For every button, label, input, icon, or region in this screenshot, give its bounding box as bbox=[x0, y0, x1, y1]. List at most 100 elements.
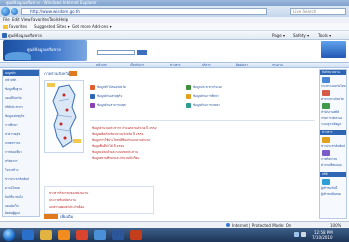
explorer-taskbar-icon[interactable] bbox=[40, 230, 52, 240]
sidebar-item[interactable]: ติดต่อผู้ดูแล bbox=[5, 211, 39, 215]
province-map-image[interactable] bbox=[44, 80, 84, 153]
site-emblem-icon bbox=[321, 41, 346, 58]
sidebar-item[interactable]: โครงสร้าง bbox=[5, 168, 39, 172]
url-text: http://www.wisdom.go.th bbox=[30, 9, 80, 14]
link-thumbnail-icon[interactable] bbox=[322, 77, 330, 83]
tab-page-icon bbox=[2, 33, 7, 38]
nav-item-news[interactable]: ข่าวสาร bbox=[170, 63, 181, 67]
suggested-sites-link[interactable]: Suggested Sites ▾ bbox=[34, 24, 70, 29]
menu-view[interactable]: View bbox=[21, 17, 31, 22]
info-icon bbox=[90, 85, 95, 90]
news-link[interactable]: ประกาศรับสมัครงาน bbox=[49, 198, 149, 202]
grid-link-population[interactable]: ข้อมูลประชากรจำแนก bbox=[193, 85, 273, 90]
status-bar: Internet | Protected Mode: On 100% bbox=[0, 221, 349, 228]
menu-favorites[interactable]: Favorites bbox=[31, 17, 49, 22]
education-icon bbox=[186, 94, 191, 99]
sidebar-item[interactable]: สาธารณสุข bbox=[5, 132, 39, 136]
sidebar-item[interactable]: ทรัพยากร bbox=[5, 159, 39, 163]
grid-link-education[interactable]: ข้อมูลด้านการศึกษา bbox=[193, 94, 273, 99]
right-link[interactable]: ภาพกิจกรรม bbox=[321, 157, 347, 161]
link-thumbnail-icon[interactable] bbox=[322, 103, 330, 109]
new-badge bbox=[69, 71, 77, 76]
grid-link-economy[interactable]: ข้อมูลด้านเศรษฐกิจ bbox=[97, 94, 177, 99]
sidebar-item[interactable]: แผนผังเว็บ bbox=[5, 204, 39, 208]
bullet-link[interactable]: ข้อมูลจำนวนประชากร จำแนกตามอำเภอ ปี 2552 bbox=[92, 126, 292, 130]
sidebar-item[interactable]: ข้อมูลเศรษฐกิจ bbox=[5, 114, 39, 118]
bullet-link[interactable]: ข้อมูลพื้นที่ป่าไม้ ปี 2550 bbox=[92, 144, 292, 148]
health-icon bbox=[90, 103, 95, 108]
back-button[interactable] bbox=[1, 7, 10, 16]
app-taskbar-icon[interactable] bbox=[94, 230, 106, 240]
stats-thumbnail-icon bbox=[322, 179, 330, 185]
site-logo[interactable]: ศูนย์ข้อมูลเครือข่าย bbox=[3, 40, 87, 61]
search-input[interactable]: Live Search bbox=[290, 8, 346, 15]
powerpoint-taskbar-icon[interactable] bbox=[130, 230, 142, 240]
addons-link[interactable]: Get more Add-ons ▾ bbox=[72, 24, 112, 29]
sidebar-item[interactable]: หน้าหลัก bbox=[5, 78, 39, 82]
forward-button[interactable] bbox=[11, 8, 18, 15]
nav-item-services[interactable]: บริการ bbox=[202, 63, 211, 67]
link-thumbnail-icon[interactable] bbox=[322, 90, 330, 96]
section-divider bbox=[90, 120, 315, 121]
bullet-link[interactable]: ข้อมูลแหล่งน้ำและระบบชลประทาน bbox=[92, 150, 292, 154]
search-placeholder: Live Search bbox=[293, 9, 317, 14]
clock-date[interactable]: 7/10/2010 bbox=[312, 235, 333, 240]
url-input[interactable]: http://www.wisdom.go.th bbox=[21, 8, 267, 15]
word-taskbar-icon[interactable] bbox=[112, 230, 124, 240]
site-search-input[interactable] bbox=[97, 50, 135, 55]
menu-file[interactable]: File bbox=[3, 17, 10, 22]
sidebar-item[interactable]: การศึกษา bbox=[5, 123, 39, 127]
tab-label[interactable]: ศูนย์ข้อมูลเครือข่าย bbox=[8, 33, 42, 38]
right-link[interactable]: กระทรวงมหาดไทย bbox=[321, 84, 347, 88]
menu-help[interactable]: Help bbox=[59, 17, 68, 22]
news-link[interactable]: เอกสารเผยแพร่ประจำเดือน bbox=[49, 205, 149, 209]
news-thumbnail-icon[interactable] bbox=[322, 150, 330, 156]
nav-item-home[interactable]: หน้าแรก bbox=[96, 63, 107, 67]
right-link[interactable]: คำถามที่พบบ่อย bbox=[321, 163, 347, 167]
tools-menu[interactable]: Tools ▾ bbox=[318, 33, 331, 38]
ie-taskbar-icon[interactable] bbox=[22, 230, 34, 240]
favorites-star-icon[interactable] bbox=[3, 25, 8, 29]
right-link[interactable]: ระบบฐานข้อมูล bbox=[321, 122, 347, 126]
right-sidebar: ลิงก์หน่วยงาน กระทรวงมหาดไทย ศาลากลางจัง… bbox=[319, 69, 347, 219]
safety-menu[interactable]: Safety ▾ bbox=[293, 33, 309, 38]
page-menu[interactable]: Page ▾ bbox=[272, 33, 285, 38]
sidebar-item[interactable]: ข่าวประชาสัมพันธ์ bbox=[5, 177, 39, 181]
volume-icon[interactable] bbox=[301, 232, 306, 237]
grid-link-general[interactable]: ข้อมูลทั่วไปของจังหวัด bbox=[97, 85, 177, 90]
right-link[interactable]: กรมการปกครอง bbox=[321, 116, 347, 120]
sidebar-item[interactable]: เกษตรกรรม bbox=[5, 141, 39, 145]
site-search-button[interactable] bbox=[137, 50, 147, 55]
sidebar-item[interactable]: ข้อมูลพื้นฐาน bbox=[5, 87, 39, 91]
right-link[interactable]: สำนักงานสถิติ bbox=[321, 110, 347, 114]
nav-item-board[interactable]: กระดาน bbox=[272, 63, 283, 67]
media-taskbar-icon[interactable] bbox=[58, 230, 70, 240]
menu-tools[interactable]: Tools bbox=[49, 17, 59, 22]
news-link[interactable]: ข่าวสารกิจกรรมของหน่วยงาน bbox=[49, 191, 149, 195]
bullet-link[interactable]: ข้อมูลการใช้ประโยชน์ที่ดินจำแนกตามอำเภอ bbox=[92, 138, 292, 142]
nav-item-about[interactable]: เกี่ยวกับเรา bbox=[130, 63, 144, 67]
grid-link-health[interactable]: ข้อมูลด้านสาธารณสุข bbox=[97, 103, 177, 108]
favorites-button[interactable]: Favorites bbox=[9, 24, 27, 29]
sidebar-item[interactable]: การท่องเที่ยว bbox=[5, 150, 39, 154]
news-thumbnail-icon[interactable] bbox=[322, 137, 330, 143]
more-link[interactable]: เพิ่มเติม bbox=[60, 214, 73, 219]
grid-link-agriculture[interactable]: ข้อมูลด้านการเกษตร bbox=[193, 103, 273, 108]
network-icon[interactable] bbox=[294, 232, 299, 237]
sidebar-item[interactable]: แผนที่จังหวัด bbox=[5, 96, 39, 100]
economy-icon bbox=[90, 94, 95, 99]
start-button[interactable] bbox=[3, 229, 15, 241]
more-badge[interactable] bbox=[44, 214, 58, 219]
right-link[interactable]: ข่าวประชาสัมพันธ์ bbox=[321, 144, 347, 148]
bullet-link[interactable]: ข้อมูลสถานศึกษาและจำนวนนักเรียน bbox=[92, 156, 312, 160]
menu-edit[interactable]: Edit bbox=[12, 17, 20, 22]
chrome-taskbar-icon[interactable] bbox=[76, 230, 88, 240]
left-sidebar: เมนูหลัก หน้าหลัก ข้อมูลพื้นฐาน แผนที่จั… bbox=[2, 69, 40, 217]
right-link[interactable]: ศาลากลางจังหวัด bbox=[321, 97, 347, 101]
nav-item-contact[interactable]: ติดต่อเรา bbox=[236, 63, 248, 67]
sidebar-item[interactable]: ลิงก์ที่น่าสนใจ bbox=[5, 195, 39, 199]
bullet-link[interactable]: ข้อมูลผลิตภัณฑ์มวลรวมจังหวัด ปี 2551 bbox=[92, 132, 292, 136]
right-sidebar-header: ลิงก์หน่วยงาน bbox=[320, 70, 346, 75]
sidebar-item[interactable]: ดาวน์โหลด bbox=[5, 186, 39, 190]
sidebar-item[interactable]: สถิติประชากร bbox=[5, 105, 39, 109]
